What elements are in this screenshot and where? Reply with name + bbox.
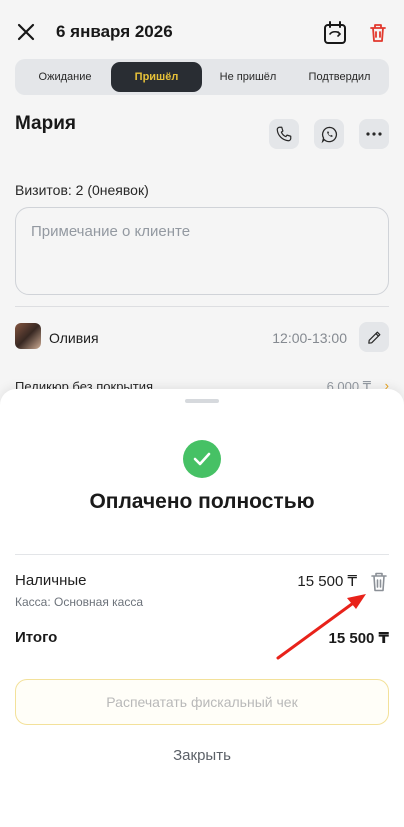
- payment-amount: 15 500 ₸: [297, 573, 357, 590]
- cash-register-label: Касса: Основная касса: [15, 595, 144, 609]
- payment-bottom-sheet: Оплачено полностью Наличные 15 500 ₸ Кас…: [0, 389, 404, 827]
- success-badge: [183, 440, 221, 478]
- total-label: Итого: [15, 629, 58, 646]
- total-amount: 15 500 ₸: [328, 630, 389, 647]
- close-sheet-button[interactable]: Закрыть: [0, 747, 404, 764]
- payment-status-title: Оплачено полностью: [89, 490, 315, 513]
- divider: [15, 554, 389, 555]
- print-fiscal-receipt-button[interactable]: Распечатать фискальный чек: [15, 679, 389, 725]
- payment-method: Наличные: [15, 572, 87, 589]
- delete-payment-icon[interactable]: [369, 571, 389, 593]
- sheet-drag-handle[interactable]: [185, 399, 219, 403]
- check-icon: [193, 452, 211, 466]
